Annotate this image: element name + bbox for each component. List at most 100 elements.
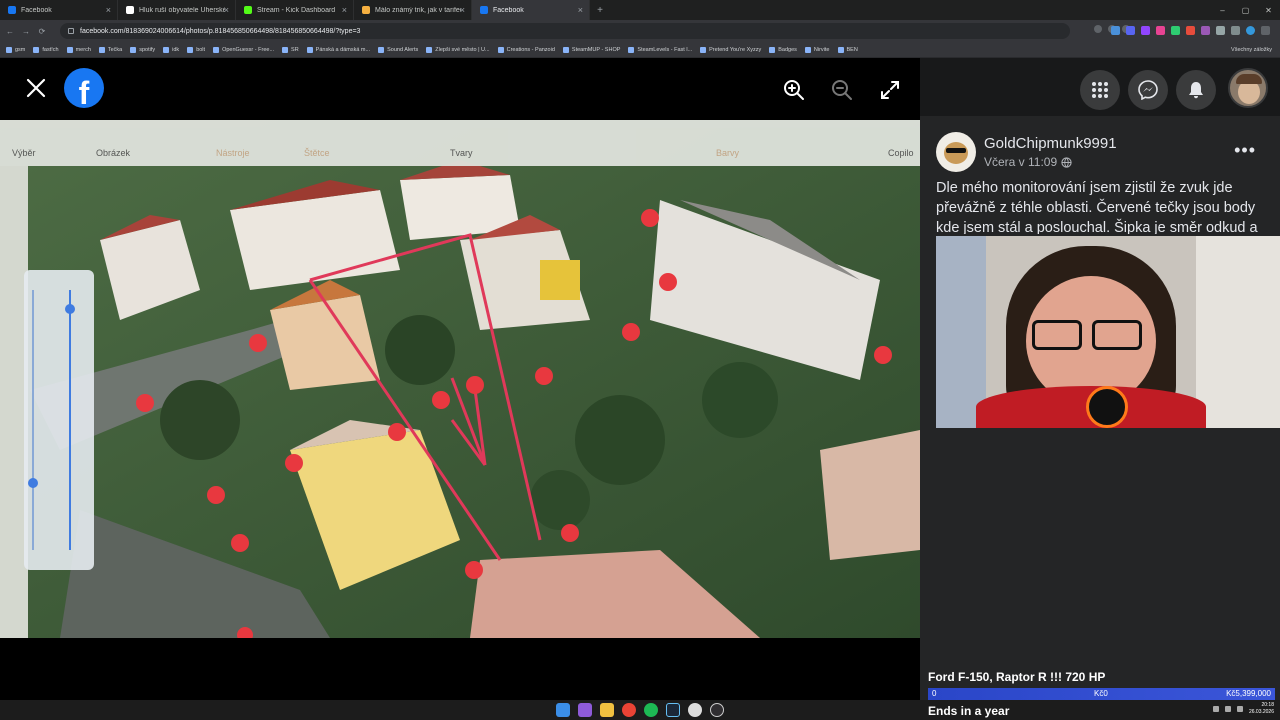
extension-icon[interactable] — [1171, 26, 1180, 35]
browser-tab[interactable]: Hluk ruší obyvatele Uherského × — [118, 0, 236, 20]
extension-icon[interactable] — [1141, 26, 1150, 35]
bookmark-item[interactable]: Creations - Panzoid — [497, 46, 555, 53]
zoom-in-icon[interactable] — [782, 78, 806, 102]
menu-icon[interactable] — [1261, 26, 1270, 35]
network-icon[interactable] — [1224, 706, 1231, 712]
bookmark-item[interactable]: SteamLevels - Fast l... — [628, 46, 692, 53]
tab-close-icon[interactable]: × — [342, 5, 347, 15]
bookmark-item[interactable]: bolt — [187, 46, 205, 53]
bookmark-item[interactable]: spotify — [130, 46, 155, 53]
extension-icon[interactable] — [1111, 26, 1120, 35]
browser-tab[interactable]: Stream - Kick Dashboard × — [236, 0, 354, 20]
clock-time: 20:18 — [1261, 702, 1274, 708]
start-icon[interactable] — [556, 703, 570, 717]
taskbar-apps — [556, 703, 724, 717]
more-options-button[interactable]: ••• — [1234, 140, 1256, 161]
tab-close-icon[interactable]: × — [460, 5, 465, 15]
all-bookmarks-button[interactable]: Všechny záložky — [1231, 47, 1272, 53]
bookmark-item[interactable]: Pretend You're Xyzzy — [700, 46, 761, 53]
bookmark-item[interactable]: merch — [66, 46, 91, 53]
tray-overflow-icon[interactable] — [1212, 706, 1219, 712]
post-meta: Včera v 11:09 — [984, 155, 1072, 169]
back-button[interactable]: ← — [4, 27, 16, 36]
ticker-left-value: 0 — [932, 689, 937, 698]
bookmark-icon — [187, 46, 194, 53]
tools-label: Nástroje — [216, 148, 250, 158]
menu-button[interactable] — [1080, 70, 1120, 110]
new-tab-button[interactable]: + — [590, 5, 610, 16]
bookmark-item[interactable]: Sound Alerts — [378, 46, 418, 53]
bookmark-item[interactable]: SteamMUP - SHOP — [562, 46, 620, 53]
tab-label: Stream - Kick Dashboard — [257, 6, 336, 14]
article-favicon-icon — [362, 6, 370, 14]
app-icon[interactable] — [688, 703, 702, 717]
close-icon[interactable] — [24, 76, 48, 100]
copilot-icon[interactable] — [578, 703, 592, 717]
ticker-bar: 0 Kč0 Kč5,399,000 — [928, 688, 1275, 700]
bookmark-item[interactable]: BEN — [837, 46, 858, 53]
bookmark-icon — [628, 46, 635, 53]
bookmark-label: Zlepši své město | U... — [435, 46, 490, 53]
forward-button[interactable]: → — [20, 27, 32, 36]
install-icon[interactable] — [1094, 25, 1102, 33]
bookmark-item[interactable]: Tečka — [98, 46, 122, 53]
obs-icon[interactable] — [710, 703, 724, 717]
extension-icon[interactable] — [1231, 26, 1240, 35]
profile-icon[interactable] — [1246, 26, 1255, 35]
notifications-button[interactable] — [1176, 70, 1216, 110]
browser-tab-active[interactable]: Facebook × — [472, 0, 590, 20]
tab-close-icon[interactable]: × — [106, 5, 111, 15]
browser-tab[interactable]: Facebook × — [0, 0, 118, 20]
bookmark-label: Badges — [778, 46, 797, 53]
window-controls: – ▢ ✕ — [1211, 0, 1280, 20]
bookmark-item[interactable]: gsm — [6, 46, 25, 53]
tab-label: Málo známý trik, jak v tarifech — [375, 6, 461, 14]
extension-icon[interactable] — [1186, 26, 1195, 35]
file-explorer-icon[interactable] — [600, 703, 614, 717]
url-input[interactable]: facebook.com/818369024006614/photos/p.81… — [60, 23, 1070, 39]
bookmark-item[interactable]: Badges — [769, 46, 797, 53]
bookmark-item[interactable]: Zlepši své město | U... — [426, 46, 490, 53]
post-timestamp[interactable]: Včera v 11:09 — [984, 155, 1057, 169]
extension-icon[interactable] — [1156, 26, 1165, 35]
bookmark-item[interactable]: Pánská a dámská m... — [306, 46, 370, 53]
bookmark-icon — [6, 46, 12, 53]
bookmark-label: merch — [75, 46, 91, 53]
messenger-button[interactable] — [1128, 70, 1168, 110]
chrome-icon[interactable] — [622, 703, 636, 717]
bookmark-item[interactable]: SR — [282, 46, 299, 53]
zoom-out-icon[interactable] — [830, 78, 854, 102]
tab-close-icon[interactable]: × — [578, 5, 583, 15]
system-clock[interactable]: 20:18 26.03.2026 — [1249, 702, 1274, 716]
extension-icon[interactable] — [1126, 26, 1135, 35]
minimize-button[interactable]: – — [1211, 0, 1234, 20]
bookmark-item[interactable]: Nirvite — [804, 46, 830, 53]
reload-button[interactable]: ⟳ — [36, 27, 48, 36]
fullscreen-icon[interactable] — [878, 78, 902, 102]
bookmark-item[interactable]: idk — [163, 46, 180, 53]
browser-tab[interactable]: Málo známý trik, jak v tarifech × — [354, 0, 472, 20]
extension-icon[interactable] — [1216, 26, 1225, 35]
photo-viewer: f Výběr Obrázek Nástroje Štětce Tvary Ba… — [0, 58, 920, 700]
author-avatar[interactable] — [936, 132, 976, 172]
author-name[interactable]: GoldChipmunk9991 — [984, 135, 1117, 152]
site-info-icon[interactable] — [68, 28, 74, 34]
spotify-icon[interactable] — [644, 703, 658, 717]
bookmark-item[interactable]: OpenGuessr - Free... — [213, 46, 274, 53]
bookmark-icon — [378, 46, 385, 53]
steam-icon[interactable] — [666, 703, 680, 717]
window-close-button[interactable]: ✕ — [1257, 0, 1280, 20]
post-photo[interactable]: Výběr Obrázek Nástroje Štětce Tvary Barv… — [0, 120, 920, 638]
brushes-label: Štětce — [304, 148, 330, 158]
photo-editor-toolbar: Výběr Obrázek Nástroje Štětce Tvary Barv… — [0, 120, 920, 166]
extension-icon[interactable] — [1201, 26, 1210, 35]
volume-icon[interactable] — [1236, 706, 1243, 712]
account-avatar[interactable] — [1228, 68, 1268, 108]
bookmark-label: idk — [172, 46, 180, 53]
bookmark-item[interactable]: fast!ch — [33, 46, 59, 53]
maximize-button[interactable]: ▢ — [1234, 0, 1257, 20]
tab-close-icon[interactable]: × — [224, 5, 229, 15]
bookmark-icon — [163, 46, 170, 53]
facebook-logo[interactable]: f — [64, 68, 104, 108]
bookmark-icon — [837, 46, 844, 53]
